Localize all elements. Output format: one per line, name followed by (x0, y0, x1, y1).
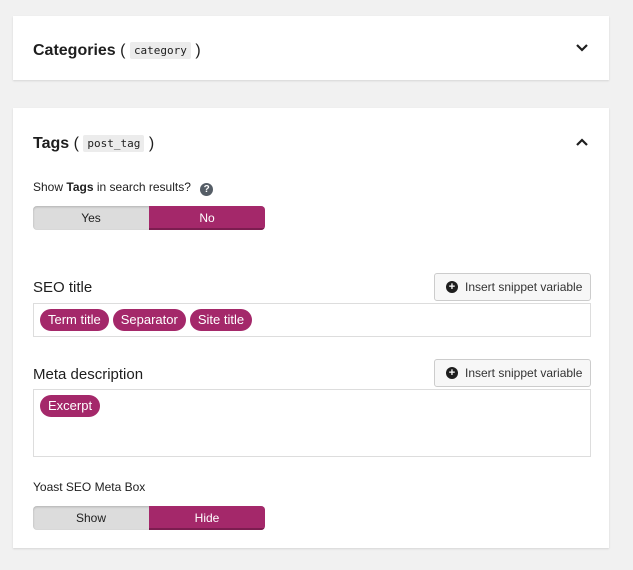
categories-title-text: Categories (33, 42, 116, 59)
seo-title-insert-snippet-button[interactable]: + Insert snippet variable (434, 273, 591, 301)
categories-open-paren: ( (120, 42, 126, 59)
tags-title-text: Tags (33, 135, 70, 152)
meta-description-insert-snippet-button[interactable]: + Insert snippet variable (434, 359, 591, 387)
meta-description-label: Meta description (33, 366, 144, 383)
search-results-toggle[interactable]: Yes No (33, 206, 265, 230)
tags-open-paren: ( (73, 135, 79, 152)
chevron-up-icon[interactable] (575, 135, 589, 149)
chevron-down-icon[interactable] (575, 41, 589, 55)
toggle-yes-option[interactable]: Yes (33, 206, 149, 230)
categories-panel: Categories ( category ) (13, 16, 609, 80)
toggle-hide-option[interactable]: Hide (149, 506, 265, 530)
seo-title-editor[interactable]: Term title Separator Site title (33, 303, 591, 337)
help-icon[interactable]: ? (200, 183, 214, 196)
search-label-bold: Tags (66, 180, 94, 194)
plus-circle-icon: + (446, 367, 458, 379)
meta-description-editor[interactable]: Excerpt (33, 389, 591, 457)
plus-circle-icon: + (446, 281, 458, 293)
variable-pill[interactable]: Site title (189, 309, 253, 331)
variable-pill[interactable]: Separator (112, 309, 186, 331)
tags-taxonomy-code: post_tag (83, 135, 145, 152)
toggle-show-option[interactable]: Show (33, 506, 149, 530)
categories-taxonomy-code: category (129, 42, 191, 59)
variable-pill[interactable]: Term title (40, 309, 109, 331)
insert-snippet-label: Insert snippet variable (465, 366, 583, 380)
meta-box-label: Yoast SEO Meta Box (33, 480, 146, 494)
categories-close-paren: ) (195, 42, 201, 59)
tags-close-paren: ) (148, 135, 155, 152)
seo-title-label: SEO title (33, 279, 93, 296)
tags-panel: Tags ( post_tag ) Show Tags in search re… (13, 108, 609, 548)
toggle-no-option[interactable]: No (149, 206, 265, 230)
search-label-prefix: Show (33, 180, 64, 194)
variable-pill[interactable]: Excerpt (40, 395, 101, 417)
search-label-suffix: in search results? (96, 180, 191, 194)
categories-panel-title[interactable]: Categories ( category ) (33, 42, 201, 60)
insert-snippet-label: Insert snippet variable (465, 280, 583, 294)
search-visibility-label: Show Tags in search results? ? (33, 180, 214, 196)
tags-panel-title[interactable]: Tags ( post_tag ) (33, 135, 154, 153)
meta-box-toggle[interactable]: Show Hide (33, 506, 265, 530)
